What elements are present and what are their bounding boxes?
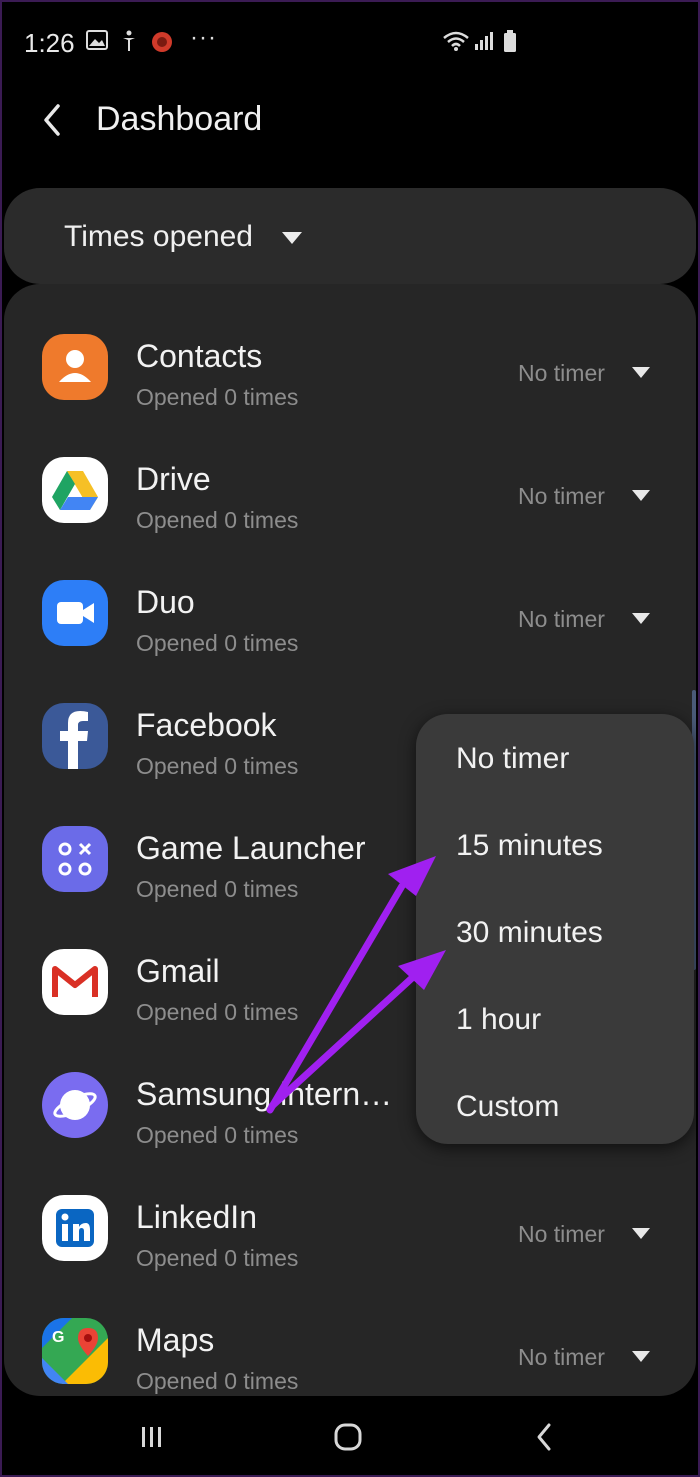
facebook-icon [42,703,108,769]
timer-dropdown-icon[interactable] [632,490,650,501]
notification-app-icon [150,30,174,58]
status-time: 1:26 [24,28,75,58]
more-notifications-icon: ··· [190,24,217,51]
timer-value[interactable]: No timer [518,483,605,510]
contacts-icon [42,334,108,400]
page-title: Dashboard [96,100,263,138]
navigation-bar [0,1397,700,1477]
app-name: Facebook [136,707,277,743]
timer-dropdown-icon[interactable] [632,613,650,624]
app-name: Duo [136,584,195,620]
app-usage: Opened 0 times [136,876,299,902]
back-arrow-icon[interactable] [34,100,74,140]
timer-value[interactable]: No timer [518,606,605,633]
game-launcher-icon [42,826,108,892]
samsung-internet-icon [42,1072,108,1138]
list-item[interactable]: Drive Opened 0 times No timer [4,431,696,554]
app-usage: Opened 0 times [136,1245,299,1271]
sort-label: Times opened [64,220,253,253]
sort-dropdown[interactable]: Times opened [4,188,696,284]
recent-apps-icon[interactable] [130,1415,174,1459]
chevron-down-icon [282,232,302,244]
app-name: LinkedIn [136,1199,257,1235]
battery-icon [503,30,517,56]
app-usage: Opened 0 times [136,753,299,779]
app-header: Dashboard [0,86,700,166]
app-name: Contacts [136,338,263,374]
app-name: Maps [136,1322,215,1358]
app-name: Drive [136,461,211,497]
gmail-icon [42,949,108,1015]
drive-icon [42,457,108,523]
status-bar: 1:26 ··· [0,0,700,86]
timer-menu: No timer 15 minutes 30 minutes 1 hour Cu… [416,714,694,1144]
maps-icon: G [42,1318,108,1384]
timer-value[interactable]: No timer [518,1344,605,1371]
app-name: Game Launcher [136,830,366,866]
timer-dropdown-icon[interactable] [632,1228,650,1239]
duo-icon [42,580,108,646]
home-icon[interactable] [326,1415,370,1459]
app-usage: Opened 0 times [136,1368,299,1394]
accessibility-icon [120,30,138,56]
signal-icon [474,30,494,54]
linkedin-icon [42,1195,108,1261]
app-name: Gmail [136,953,220,989]
list-item[interactable]: Contacts Opened 0 times No timer [4,308,696,431]
timer-option-custom[interactable]: Custom [456,1090,559,1124]
list-item[interactable]: LinkedIn Opened 0 times No timer [4,1169,696,1292]
gallery-icon [86,30,108,54]
svg-text:G: G [52,1329,64,1346]
wifi-icon [442,30,470,56]
app-usage: Opened 0 times [136,1122,299,1148]
app-name: Samsung intern… [136,1076,393,1112]
list-item[interactable]: G Maps Opened 0 times No timer [4,1292,696,1396]
list-item[interactable]: Duo Opened 0 times No timer [4,554,696,677]
timer-option-30-minutes[interactable]: 30 minutes [456,916,603,950]
timer-value[interactable]: No timer [518,1221,605,1248]
timer-option-no-timer[interactable]: No timer [456,742,569,776]
app-usage: Opened 0 times [136,630,299,656]
timer-dropdown-icon[interactable] [632,1351,650,1362]
timer-option-15-minutes[interactable]: 15 minutes [456,829,603,863]
timer-dropdown-icon[interactable] [632,367,650,378]
app-usage: Opened 0 times [136,384,299,410]
app-usage: Opened 0 times [136,999,299,1025]
back-icon[interactable] [522,1415,566,1459]
timer-value[interactable]: No timer [518,360,605,387]
timer-option-1-hour[interactable]: 1 hour [456,1003,541,1037]
app-usage: Opened 0 times [136,507,299,533]
